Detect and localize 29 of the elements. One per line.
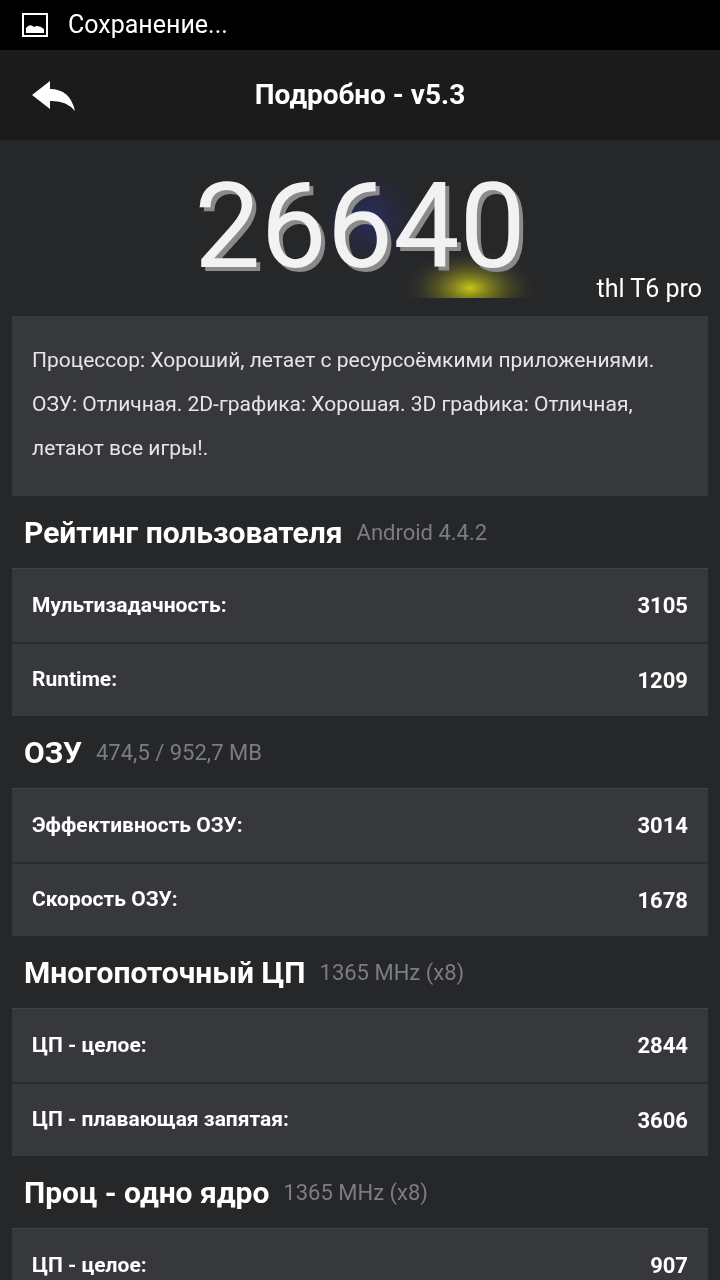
section-subtitle: 1365 MHz (x8): [283, 1178, 428, 1207]
row-value: 3014: [637, 812, 688, 840]
row-label: Скорость ОЗУ:: [32, 886, 178, 914]
device-name: thl T6 pro: [596, 273, 702, 305]
row-label: ЦП - целое:: [32, 1251, 147, 1279]
row-value: 1678: [637, 886, 688, 915]
section-title: ОЗУ: [24, 733, 82, 772]
image-icon: [22, 13, 48, 37]
section-subtitle: 474,5 / 952,7 MB: [95, 738, 262, 767]
rating-description: Процессор: Хороший, летает с ресурсоёмкими приложениями. ОЗУ: Отличная. 2D-графика: Хорошая. 3D графика: Отличная, летают все игры!.: [32, 347, 656, 462]
row-label: Мультизадачность:: [32, 591, 227, 619]
benchmark-score: 26640: [193, 168, 527, 286]
row-value: 3606: [637, 1106, 688, 1135]
back-arrow-icon: [30, 80, 76, 112]
row-label: ЦП - плавающая запятая:: [32, 1106, 289, 1134]
section-title: Рейтинг пользователя: [24, 513, 343, 552]
row-value: 3105: [637, 592, 688, 620]
section-title: Проц - одно ядро: [24, 1173, 270, 1212]
notification-text: Сохранение...: [68, 9, 228, 42]
row-value: 2844: [637, 1032, 688, 1060]
section-title: Многопоточный ЦП: [24, 953, 306, 992]
row-label: Runtime:: [32, 666, 118, 694]
row-label: ЦП - целое:: [32, 1031, 147, 1059]
row-label: Эффективность ОЗУ:: [32, 811, 243, 839]
screen-title: Подробно - v5.3: [254, 77, 466, 113]
section-subtitle: 1365 MHz (x8): [319, 958, 465, 987]
section-subtitle: Android 4.4.2: [356, 518, 488, 547]
row-value: 907: [650, 1252, 688, 1280]
row-value: 1209: [637, 666, 688, 695]
